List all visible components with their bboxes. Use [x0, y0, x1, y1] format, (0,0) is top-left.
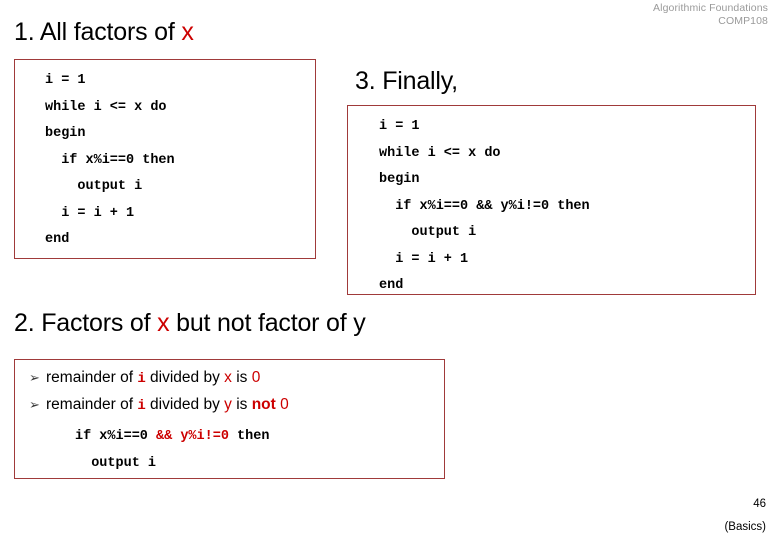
bullet-var-y-2: y — [224, 396, 232, 413]
arrow-bullet-icon: ➢ — [29, 397, 40, 412]
code-cond-black-2: then — [228, 429, 270, 444]
section-1-heading-variable: x — [181, 18, 194, 46]
list-item: ➢ remainder of i divided by y is not 0 — [29, 392, 444, 419]
code-output-line: output i — [75, 455, 157, 471]
list-item: ➢ remainder of i divided by x is 0 — [29, 365, 444, 392]
bullet-text-1c: is — [231, 369, 252, 386]
code-cond-black-1: if x%i==0 — [75, 429, 157, 444]
course-code: COMP108 — [718, 15, 768, 27]
section-2-heading-variable: x — [157, 309, 170, 337]
course-title: Algorithmic Foundations — [653, 2, 768, 14]
course-header: Algorithmic Foundations COMP108 — [653, 2, 768, 28]
bullet-text-1a: remainder of — [46, 369, 138, 386]
bullet-value-zero-2: 0 — [280, 396, 289, 413]
section-2-heading-text: 2. Factors of — [14, 309, 158, 337]
bullet-var-i-2: i — [137, 398, 146, 414]
bullet-text-2a: remainder of — [46, 396, 138, 413]
bullet-emphasis-not: not — [251, 396, 276, 413]
code-box-finally: i = 1 while i <= x do begin if x%i==0 &&… — [347, 105, 756, 295]
bullet-text-2c: is — [231, 396, 252, 413]
deck-label: (Basics) — [724, 521, 766, 533]
section-3-heading: 3. Finally, — [355, 67, 458, 95]
bullet-text-1b: divided by — [145, 369, 225, 386]
code-finally: i = 1 while i <= x do begin if x%i==0 &&… — [379, 119, 590, 293]
section-1-heading: 1. All factors of x — [14, 17, 194, 47]
code-all-factors: i = 1 while i <= x do begin if x%i==0 th… — [45, 73, 175, 247]
code-cond-red: && y%i!=0 — [156, 429, 229, 444]
code-box-factors-not-y: ➢ remainder of i divided by x is 0 ➢ remai… — [14, 359, 445, 479]
slide-canvas: Algorithmic Foundations COMP108 1. All f… — [0, 0, 780, 540]
bullet-var-x-1: x — [224, 369, 232, 386]
arrow-bullet-icon: ➢ — [29, 370, 40, 385]
code-box-all-factors: i = 1 while i <= x do begin if x%i==0 th… — [14, 59, 316, 259]
page-number: 46 — [753, 498, 766, 510]
section-2-heading-suffix: but not factor of y — [169, 309, 366, 337]
section-2-heading: 2. Factors of x but not factor of y — [14, 308, 366, 338]
bullet-list: ➢ remainder of i divided by x is 0 ➢ remai… — [15, 365, 444, 419]
bullet-value-zero-1: 0 — [251, 369, 261, 386]
bullet-var-i-1: i — [137, 371, 146, 387]
section-1-heading-text: 1. All factors of — [14, 18, 182, 46]
bullet-text-2b: divided by — [145, 396, 225, 413]
code-factors-not-y: if x%i==0 && y%i!=0 then output i — [15, 424, 444, 477]
